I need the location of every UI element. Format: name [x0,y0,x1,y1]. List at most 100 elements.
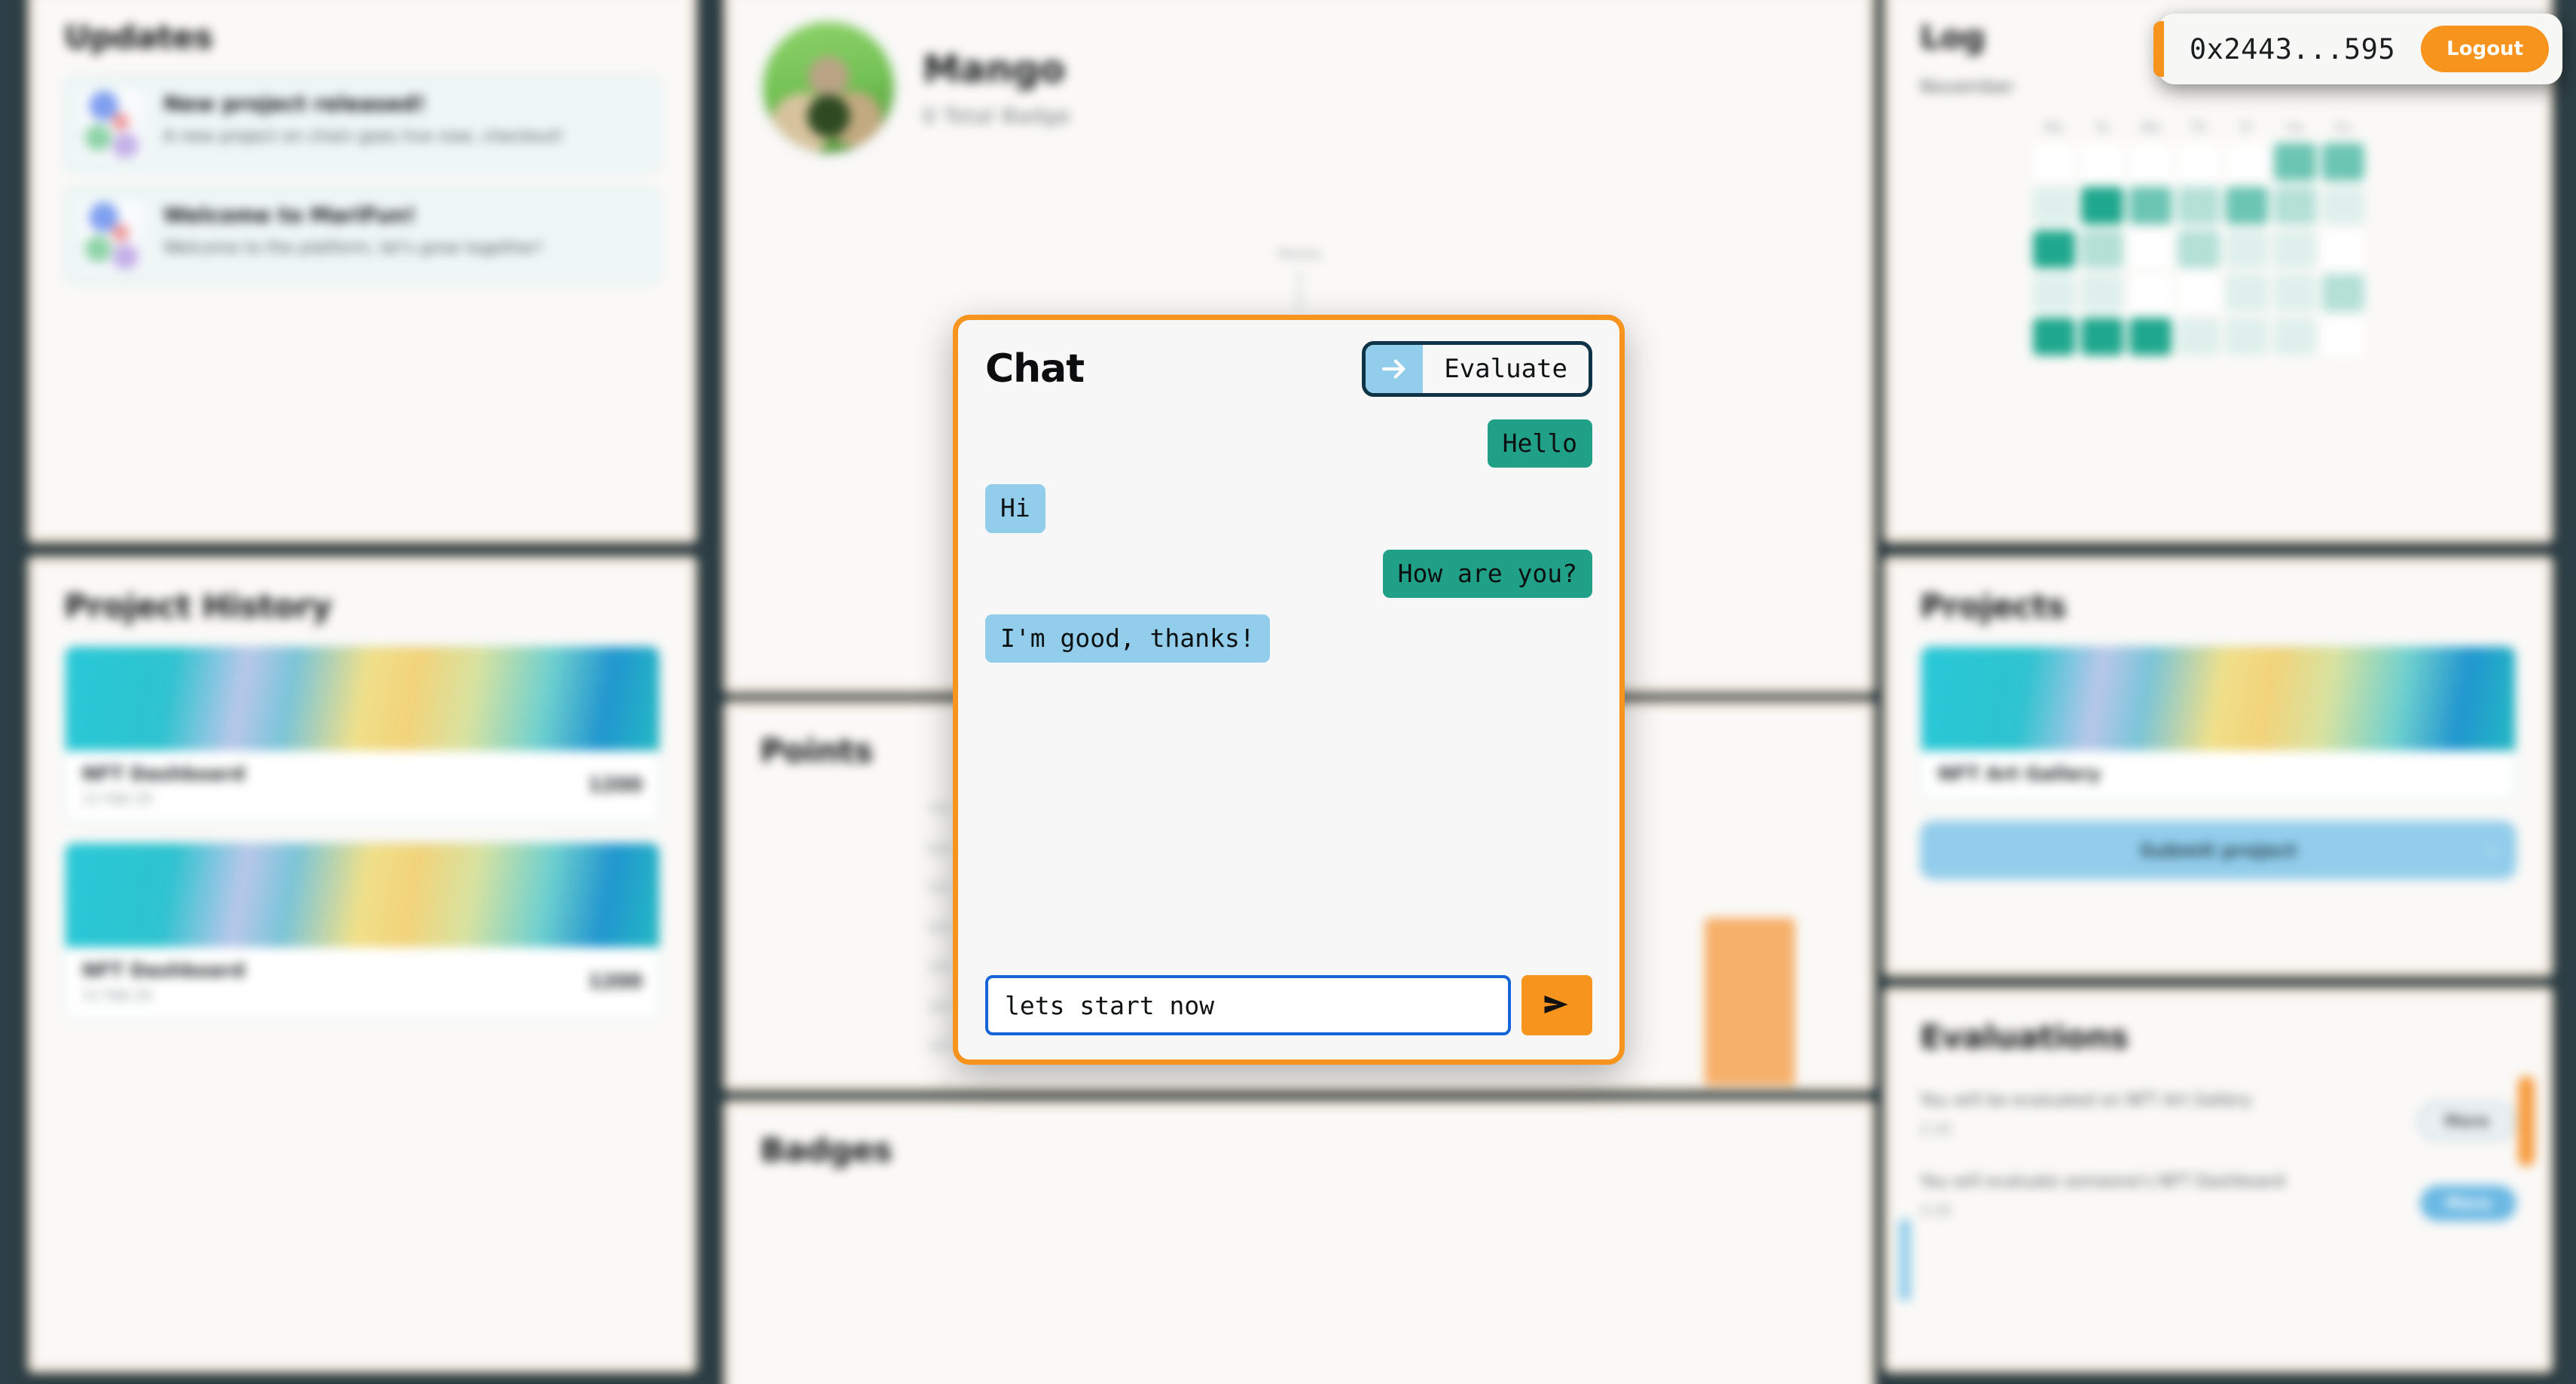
chat-message-row: How are you? [985,549,1592,598]
axis-tick: 700 [926,802,951,817]
update-item[interactable]: Welcome to MariFun! Welcome to the platf… [64,187,661,284]
evaluation-item-marker [1899,1219,1911,1300]
chat-header: Chat Evaluate [985,341,1592,397]
heatmap-day-label: Tu [2095,120,2110,136]
project-history-card[interactable]: NFT Dashboard 11 Feb 25 1200 [64,842,661,1020]
heatmap-cell[interactable] [2226,274,2268,312]
heatmap-cell[interactable] [2033,143,2075,181]
heatmap-cell[interactable] [2274,274,2316,312]
project-history-card[interactable]: NFT Dashboard 11 Feb 25 1200 [64,645,661,824]
wallet-bar: 0x2443...595 Logout [2153,14,2562,84]
project-card[interactable]: NFT Art Gallery [1920,645,2516,801]
heatmap-cell[interactable] [2322,143,2364,181]
evaluations-scrollbar[interactable] [2518,1076,2535,1166]
evaluate-button[interactable]: Evaluate [1362,341,1592,397]
heatmap-cell[interactable] [2081,143,2123,181]
axis-tick: 600 [926,841,951,857]
heatmap-cell[interactable] [2322,230,2364,268]
heatmap-cell[interactable] [2178,230,2220,268]
heatmap-cell[interactable] [2322,187,2364,224]
evaluation-time: 2:35 [1920,1121,1952,1138]
evaluation-item[interactable]: You will be evaluated on NFT Art Gallery… [1920,1076,2516,1157]
heatmap-cell[interactable] [2178,187,2220,224]
heatmap-cell[interactable] [2033,230,2075,268]
axis-tick: 400 [926,920,951,936]
heatmap-cell[interactable] [2226,143,2268,181]
avatar [760,19,897,156]
submit-project-button[interactable]: Submit project › [1920,821,2516,879]
heatmap-cell[interactable] [2033,274,2075,312]
heatmap-cell[interactable] [2081,187,2123,224]
evaluation-time: 2:35 [1920,1202,1952,1219]
evaluation-action-button[interactable]: More [2420,1185,2516,1221]
chat-modal: Chat Evaluate Hello Hi How are you? I'm goo… [953,315,1625,1065]
project-date: 11 Feb 25 [82,987,154,1004]
heatmap-cell[interactable] [2274,318,2316,355]
axis-tick: 200 [926,999,951,1015]
heatmap-day-label: We [2140,120,2161,136]
heatmap-day-labels: Mo Tu We Th Fr Sa Su [2033,120,2516,136]
profile-subtitle: 0 Total Badge [923,104,1071,128]
evaluations-panel: Evaluations You will be evaluated on NFT… [1883,986,2553,1373]
evaluation-text: You will be evaluated on NFT Art Gallery [1920,1091,2253,1110]
update-item-title: New project released! [163,91,426,116]
heatmap-cell[interactable] [2033,318,2075,355]
update-thumbnail-icon [82,91,144,157]
arrow-right-icon [1366,345,1424,393]
update-item-desc: A new project on chain goes live now, ch… [163,127,564,146]
evaluation-item[interactable]: You will evaluate someone's NFT Dashboar… [1920,1157,2516,1239]
heatmap-cell[interactable] [2081,274,2123,312]
project-thumbnail [1921,647,2515,751]
heatmap-cell[interactable] [2322,318,2364,355]
heatmap-cell[interactable] [2033,187,2075,224]
heatmap-cell[interactable] [2178,318,2220,355]
heatmap-cell[interactable] [2129,143,2172,181]
chat-message-row: Hi [985,484,1592,533]
app-root: Updates New project released! A new proj… [0,0,2576,1384]
heatmap-grid [2033,143,2516,355]
heatmap-cell[interactable] [2129,274,2172,312]
project-thumbnail [66,647,659,751]
wallet-address: 0x2443...595 [2189,32,2396,66]
chat-title: Chat [985,346,1085,392]
heatmap-cell[interactable] [2322,274,2364,312]
heatmap-cell[interactable] [2081,318,2123,355]
project-name: NFT Art Gallery [1938,763,2101,785]
heatmap-cell[interactable] [2274,230,2316,268]
heatmap-cell[interactable] [2081,230,2123,268]
project-date: 11 Feb 25 [82,791,154,807]
axis-tick: 0 [943,1078,951,1092]
heatmap-cell[interactable] [2274,187,2316,224]
project-score: 1200 [588,773,642,797]
project-name: NFT Dashboard [82,959,246,981]
heatmap-cell[interactable] [2226,230,2268,268]
heatmap-day-label: Sa [2286,120,2304,136]
update-item-desc: Welcome to the platform, let's grow toge… [163,239,544,258]
heatmap-day-label: Mo [2043,120,2065,136]
update-thumbnail-icon [82,203,144,269]
heatmap-cell[interactable] [2226,187,2268,224]
chat-message-list: Hello Hi How are you? I'm good, thanks! [985,415,1592,962]
chat-message-input[interactable] [985,975,1511,1035]
axis-tick: 100 [926,1039,951,1055]
heatmap-cell[interactable] [2178,143,2220,181]
project-history-panel: Project History NFT Dashboard 11 Feb 25 … [27,556,697,1373]
heatmap-cell[interactable] [2129,187,2172,224]
update-item[interactable]: New project released! A new project on c… [64,76,661,172]
profile-name: Mango [923,47,1066,91]
evaluation-action-button[interactable]: More [2417,1101,2516,1141]
heatmap-cell[interactable] [2226,318,2268,355]
chat-message-row: Hello [985,419,1592,468]
project-name: NFT Dashboard [82,763,246,785]
heatmap-cell[interactable] [2274,143,2316,181]
evaluate-button-label: Evaluate [1444,354,1567,384]
chat-input-row [985,975,1592,1035]
updates-panel: Updates New project released! A new proj… [27,0,697,544]
heatmap-cell[interactable] [2178,274,2220,312]
evaluations-title: Evaluations [1920,1019,2129,1056]
chat-bubble-received: I'm good, thanks! [985,614,1270,663]
heatmap-cell[interactable] [2129,230,2172,268]
heatmap-cell[interactable] [2129,318,2172,355]
send-button[interactable] [1521,975,1592,1035]
logout-button[interactable]: Logout [2421,26,2549,72]
